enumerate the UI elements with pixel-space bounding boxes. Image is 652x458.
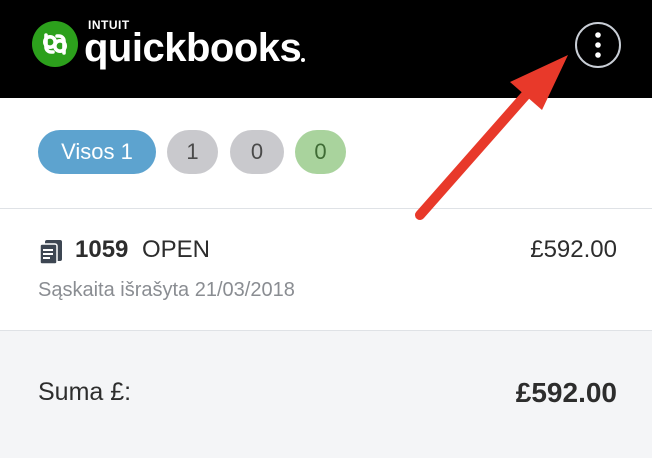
trademark-dot: [301, 58, 305, 62]
filter-pill-2[interactable]: 1: [167, 130, 218, 174]
app-header: INTUIT quickbooks: [0, 0, 652, 98]
invoice-list-item[interactable]: 1059 OPEN £592.00 Sąskaita išrašyta 21/0…: [0, 209, 652, 330]
invoice-date-subtitle: Sąskaita išrašyta 21/03/2018: [38, 279, 295, 301]
invoice-amount: £592.00: [530, 236, 617, 263]
more-vertical-icon: [595, 32, 601, 58]
filter-pill-paid[interactable]: 0: [295, 130, 346, 174]
invoice-document-icon: [39, 240, 62, 265]
brand-quickbooks-text: quickbooks: [84, 26, 302, 70]
total-label: Suma £:: [38, 378, 132, 406]
filter-all-pill[interactable]: Visos 1: [38, 130, 156, 174]
filter-pill-3[interactable]: 0: [230, 130, 284, 174]
total-summary: Suma £: £592.00: [0, 331, 652, 458]
more-options-button[interactable]: [575, 22, 621, 68]
invoice-number: 1059: [75, 236, 129, 263]
quickbooks-logo-icon: [32, 21, 78, 67]
filter-bar: Visos 1 1 0 0: [0, 98, 652, 208]
total-amount: £592.00: [515, 377, 617, 408]
invoice-status: OPEN: [142, 236, 211, 263]
